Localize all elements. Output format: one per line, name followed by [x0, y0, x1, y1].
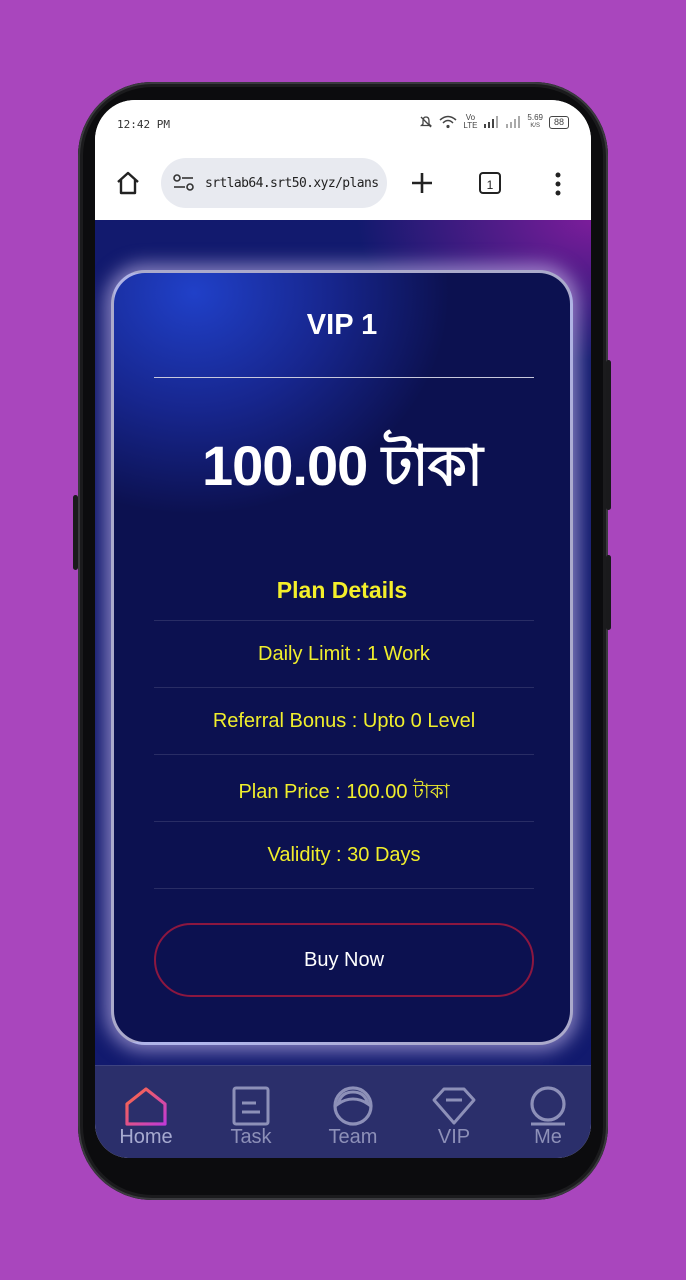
screen: 12:42 PM Vo LTE 5.69 K/S 88 srtlab64.srt…	[95, 100, 591, 1158]
nav-label-home: Home	[119, 1126, 173, 1148]
row-divider	[154, 754, 534, 755]
volume-button	[606, 555, 611, 630]
plan-card: VIP 1 100.00 টাকা Plan Details Daily Lim…	[111, 270, 573, 1045]
plus-icon[interactable]	[409, 170, 435, 196]
row-divider	[154, 888, 534, 889]
net-speed-unit: K/S	[530, 123, 541, 129]
status-time: 12:42 PM	[117, 118, 170, 131]
more-menu-icon[interactable]	[551, 170, 565, 198]
divider	[154, 377, 534, 378]
side-button	[73, 495, 78, 570]
nav-vip[interactable]: VIP	[414, 1086, 494, 1149]
task-icon	[232, 1086, 270, 1126]
home-icon[interactable]	[115, 170, 141, 196]
url-text: srtlab64.srt50.xyz/plans	[205, 175, 379, 191]
nav-label-task: Task	[230, 1126, 272, 1148]
plan-name: VIP 1	[306, 309, 378, 341]
wifi-icon	[439, 115, 457, 129]
detail-daily-limit: Daily Limit : 1 Work	[258, 643, 430, 665]
tab-switcher-button[interactable]: 1	[479, 172, 501, 194]
nav-label-vip: VIP	[437, 1126, 471, 1148]
battery-indicator: 88	[548, 115, 569, 129]
nav-team[interactable]: Team	[313, 1086, 393, 1149]
bottom-nav: Home Task Team VIP Me	[95, 1065, 591, 1158]
nav-home[interactable]: Home	[106, 1086, 186, 1149]
plan-price: 100.00 টাকা	[201, 434, 483, 497]
detail-referral-bonus: Referral Bonus : Upto 0 Level	[212, 710, 476, 732]
nav-label-me: Me	[534, 1126, 562, 1148]
buy-now-button[interactable]: Buy Now	[154, 923, 534, 997]
diamond-icon	[432, 1087, 476, 1125]
status-bar: 12:42 PM Vo LTE 5.69 K/S 88	[95, 100, 591, 150]
signal-icon	[484, 116, 499, 128]
user-icon	[530, 1086, 566, 1126]
home-icon	[125, 1087, 167, 1126]
team-icon	[333, 1086, 373, 1126]
net-speed-value: 5.69	[527, 113, 543, 122]
row-divider	[154, 687, 534, 688]
detail-plan-price: Plan Price : 100.00 টাকা	[238, 781, 450, 803]
row-divider	[154, 620, 534, 621]
nav-me[interactable]: Me	[508, 1086, 588, 1149]
details-title: Plan Details	[276, 577, 408, 603]
power-button	[606, 360, 611, 510]
mute-bell-icon	[420, 116, 433, 128]
nav-label-team: Team	[328, 1126, 378, 1148]
signal-icon-2	[506, 116, 521, 128]
nav-task[interactable]: Task	[211, 1086, 291, 1149]
browser-bar: srtlab64.srt50.xyz/plans 1	[95, 150, 591, 221]
site-settings-icon[interactable]	[171, 174, 197, 192]
page-content: VIP 1 100.00 টাকা Plan Details Daily Lim…	[95, 220, 591, 1065]
address-bar[interactable]: srtlab64.srt50.xyz/plans	[161, 158, 387, 208]
net-speed: 5.69 K/S	[527, 114, 543, 130]
detail-validity: Validity : 30 Days	[267, 844, 421, 866]
row-divider	[154, 821, 534, 822]
network-label: Vo LTE	[463, 113, 478, 130]
status-icons: Vo LTE 5.69 K/S 88	[419, 114, 569, 130]
